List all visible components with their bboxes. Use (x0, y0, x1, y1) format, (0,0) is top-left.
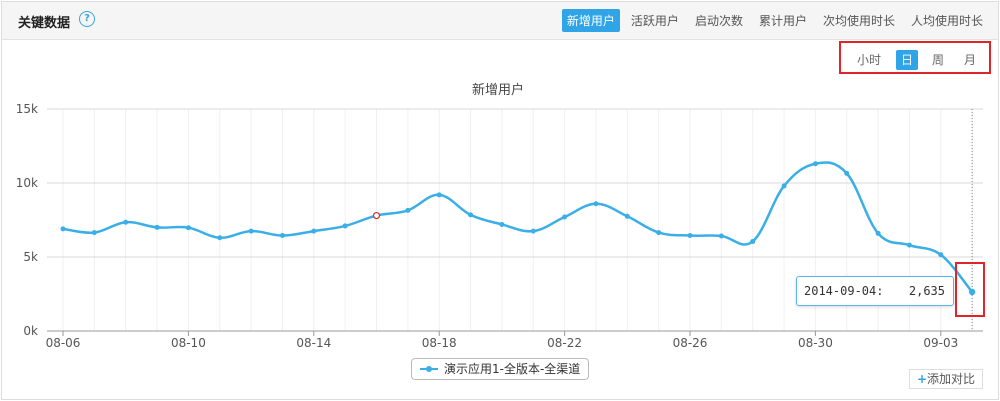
y-tick-label: 0k (23, 324, 38, 338)
data-point (530, 228, 536, 234)
plus-icon: + (916, 372, 928, 386)
data-point (279, 233, 285, 239)
add-compare-button[interactable]: +添加对比 (909, 369, 983, 389)
data-point (91, 230, 97, 236)
data-point (154, 224, 160, 230)
add-compare-label: 添加对比 (927, 372, 976, 386)
x-tick-label: 09-03 (923, 336, 958, 350)
x-tick-label: 08-26 (673, 336, 708, 350)
data-point (311, 228, 317, 234)
data-point (718, 233, 724, 239)
data-point (624, 213, 630, 219)
legend-line-marker-icon (420, 366, 438, 372)
data-point (781, 183, 787, 189)
data-point (593, 201, 599, 207)
data-point (875, 230, 881, 236)
x-tick-label: 08-10 (171, 336, 206, 350)
data-point (248, 228, 254, 234)
data-point (687, 233, 693, 239)
highlight-box-last-point (955, 262, 985, 317)
data-point (217, 235, 223, 241)
legend[interactable]: 演示应用1-全版本-全渠道 (411, 358, 590, 380)
data-point (405, 207, 411, 213)
data-point (436, 192, 442, 198)
data-tooltip: 2014-09-04: 2,635 (796, 276, 954, 306)
x-tick-label: 08-18 (422, 336, 457, 350)
line-chart: 0k 5k 10k 15k 08-06 08-10 08-14 08-18 08-22 08-26… (16, 102, 983, 350)
x-tick-label: 08-14 (296, 336, 331, 350)
data-point (656, 230, 662, 236)
data-point (185, 225, 191, 231)
data-point (938, 252, 944, 258)
data-point (750, 238, 756, 244)
data-point (906, 242, 912, 248)
data-point (123, 219, 129, 225)
legend-series-label: 演示应用1-全版本-全渠道 (444, 362, 581, 376)
series-line (62, 161, 974, 293)
y-tick-label: 15k (16, 102, 38, 116)
tooltip-value: 2,635 (908, 284, 945, 298)
data-point (60, 226, 66, 232)
data-point (342, 223, 348, 229)
tooltip-date: 2014-09-04: (804, 284, 884, 298)
y-tick-label: 5k (23, 250, 38, 264)
highlighted-data-point (372, 211, 381, 220)
data-point (812, 161, 818, 167)
data-point (562, 214, 568, 220)
x-tick-label: 08-06 (46, 336, 81, 350)
y-tick-label: 10k (16, 176, 38, 190)
data-point (499, 221, 505, 227)
data-point (468, 212, 474, 218)
x-tick-label: 08-30 (798, 336, 833, 350)
x-tick-label: 08-22 (547, 336, 582, 350)
data-point (844, 170, 850, 176)
